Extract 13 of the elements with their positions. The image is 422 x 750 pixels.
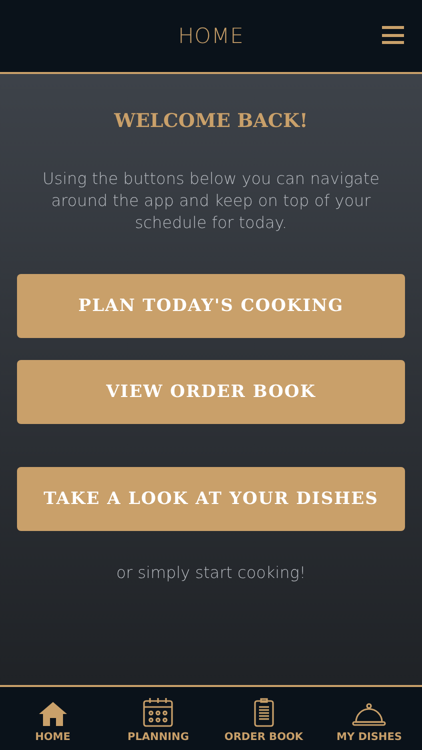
nav-tab[interactable]: ORDER BOOK: [211, 687, 316, 750]
nav-tab[interactable]: MY DISHES: [316, 687, 422, 750]
nav-tab[interactable]: HOME: [0, 687, 106, 750]
start-cooking-text: or simply start cooking!: [116, 563, 306, 582]
menu-icon[interactable]: [382, 26, 404, 44]
welcome-heading: WELCOME BACK!: [114, 110, 308, 132]
home-icon: [38, 701, 68, 727]
cloche-icon: [352, 703, 386, 727]
page-title: HOME: [178, 24, 244, 48]
clipboard-icon: [254, 698, 274, 727]
nav-tab[interactable]: PLANNING: [106, 687, 211, 750]
calendar-icon: [143, 697, 174, 727]
welcome-text: Using the buttons below you can navigate around the app and keep on top of your schedule for today.: [42, 168, 380, 234]
